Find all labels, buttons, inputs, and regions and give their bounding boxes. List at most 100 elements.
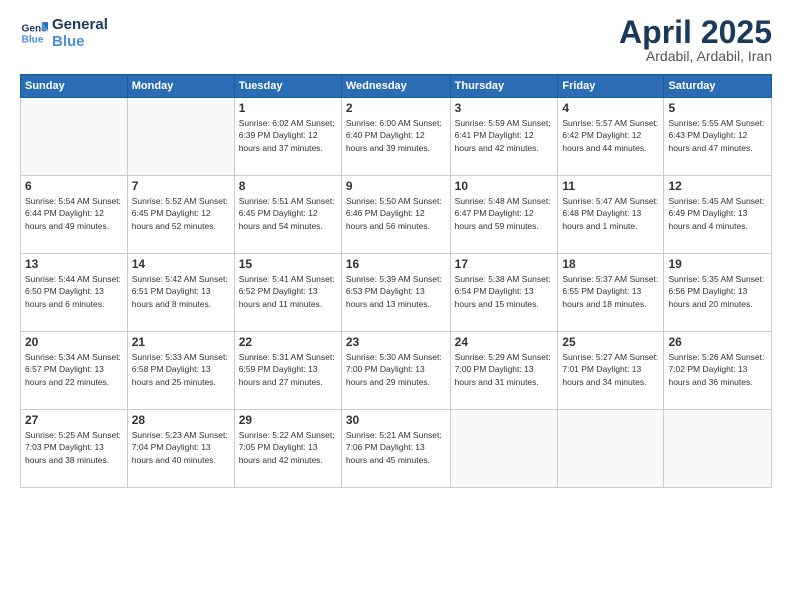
header-cell-saturday: Saturday <box>664 75 772 98</box>
day-cell: 11 Sunrise: 5:47 AM Sunset: 6:48 PM Dayli… <box>558 176 664 254</box>
day-cell: 19Sunrise: 5:35 AM Sunset: 6:56 PM Dayli… <box>664 254 772 332</box>
day-number: 27 <box>25 413 123 427</box>
day-cell: 30 Sunrise: 5:21 AM Sunset: 7:06 PM Dayli… <box>341 410 450 488</box>
day-cell: 5 Sunrise: 5:55 AM Sunset: 6:43 PM Daylig… <box>664 98 772 176</box>
day-info: Sunrise: 5:48 AM Sunset: 6:47 PM Dayligh… <box>455 195 554 232</box>
day-cell: 6 Sunrise: 5:54 AM Sunset: 6:44 PM Daylig… <box>21 176 128 254</box>
header-cell-tuesday: Tuesday <box>234 75 341 98</box>
day-number: 5 <box>668 101 767 115</box>
day-cell: 13Sunrise: 5:44 AM Sunset: 6:50 PM Dayli… <box>21 254 128 332</box>
day-cell: 7 Sunrise: 5:52 AM Sunset: 6:45 PM Daylig… <box>127 176 234 254</box>
day-cell: 24 Sunrise: 5:29 AM Sunset: 7:00 PM Dayli… <box>450 332 558 410</box>
day-cell <box>450 410 558 488</box>
day-cell: 16Sunrise: 5:39 AM Sunset: 6:53 PM Dayli… <box>341 254 450 332</box>
day-info: Sunrise: 5:34 AM Sunset: 6:57 PM Dayligh… <box>25 351 123 388</box>
day-number: 18 <box>562 257 659 271</box>
week-row-3: 13Sunrise: 5:44 AM Sunset: 6:50 PM Dayli… <box>21 254 772 332</box>
week-row-5: 27 Sunrise: 5:25 AM Sunset: 7:03 PM Dayli… <box>21 410 772 488</box>
day-cell: 1Sunrise: 6:02 AM Sunset: 6:39 PM Daylig… <box>234 98 341 176</box>
day-info: Sunrise: 5:21 AM Sunset: 7:06 PM Dayligh… <box>346 429 446 466</box>
day-number: 17 <box>455 257 554 271</box>
day-cell: 25 Sunrise: 5:27 AM Sunset: 7:01 PM Dayli… <box>558 332 664 410</box>
day-number: 25 <box>562 335 659 349</box>
day-cell: 15Sunrise: 5:41 AM Sunset: 6:52 PM Dayli… <box>234 254 341 332</box>
svg-text:Blue: Blue <box>22 35 44 46</box>
logo-line1: General <box>52 16 108 33</box>
day-cell: 10 Sunrise: 5:48 AM Sunset: 6:47 PM Dayli… <box>450 176 558 254</box>
day-number: 23 <box>346 335 446 349</box>
day-number: 4 <box>562 101 659 115</box>
day-cell: 4 Sunrise: 5:57 AM Sunset: 6:42 PM Daylig… <box>558 98 664 176</box>
day-cell: 21 Sunrise: 5:33 AM Sunset: 6:58 PM Dayli… <box>127 332 234 410</box>
day-cell: 2 Sunrise: 6:00 AM Sunset: 6:40 PM Daylig… <box>341 98 450 176</box>
day-cell: 27 Sunrise: 5:25 AM Sunset: 7:03 PM Dayli… <box>21 410 128 488</box>
day-number: 9 <box>346 179 446 193</box>
day-info: Sunrise: 5:54 AM Sunset: 6:44 PM Dayligh… <box>25 195 123 232</box>
day-number: 29 <box>239 413 337 427</box>
day-cell: 23 Sunrise: 5:30 AM Sunset: 7:00 PM Dayli… <box>341 332 450 410</box>
day-cell <box>664 410 772 488</box>
day-info: Sunrise: 5:26 AM Sunset: 7:02 PM Dayligh… <box>668 351 767 388</box>
day-info: Sunrise: 5:37 AM Sunset: 6:55 PM Dayligh… <box>562 273 659 310</box>
day-info: Sunrise: 5:23 AM Sunset: 7:04 PM Dayligh… <box>132 429 230 466</box>
day-info: Sunrise: 5:44 AM Sunset: 6:50 PM Dayligh… <box>25 273 123 310</box>
day-cell: 14Sunrise: 5:42 AM Sunset: 6:51 PM Dayli… <box>127 254 234 332</box>
day-info: Sunrise: 5:39 AM Sunset: 6:53 PM Dayligh… <box>346 273 446 310</box>
title-block: April 2025 Ardabil, Ardabil, Iran <box>619 16 772 64</box>
day-number: 2 <box>346 101 446 115</box>
day-cell <box>127 98 234 176</box>
header-row: SundayMondayTuesdayWednesdayThursdayFrid… <box>21 75 772 98</box>
day-cell: 28 Sunrise: 5:23 AM Sunset: 7:04 PM Dayli… <box>127 410 234 488</box>
header: General Blue General Blue April 2025 Ard… <box>20 16 772 64</box>
day-number: 21 <box>132 335 230 349</box>
logo-icon: General Blue <box>20 19 48 47</box>
day-number: 10 <box>455 179 554 193</box>
day-number: 24 <box>455 335 554 349</box>
day-cell: 3Sunrise: 5:59 AM Sunset: 6:41 PM Daylig… <box>450 98 558 176</box>
day-number: 11 <box>562 179 659 193</box>
day-number: 12 <box>668 179 767 193</box>
week-row-1: 1Sunrise: 6:02 AM Sunset: 6:39 PM Daylig… <box>21 98 772 176</box>
day-info: Sunrise: 6:00 AM Sunset: 6:40 PM Dayligh… <box>346 117 446 154</box>
day-number: 30 <box>346 413 446 427</box>
day-info: Sunrise: 5:29 AM Sunset: 7:00 PM Dayligh… <box>455 351 554 388</box>
day-info: Sunrise: 5:33 AM Sunset: 6:58 PM Dayligh… <box>132 351 230 388</box>
day-cell: 9 Sunrise: 5:50 AM Sunset: 6:46 PM Daylig… <box>341 176 450 254</box>
day-info: Sunrise: 6:02 AM Sunset: 6:39 PM Dayligh… <box>239 117 337 154</box>
header-cell-monday: Monday <box>127 75 234 98</box>
header-cell-wednesday: Wednesday <box>341 75 450 98</box>
day-info: Sunrise: 5:27 AM Sunset: 7:01 PM Dayligh… <box>562 351 659 388</box>
day-info: Sunrise: 5:42 AM Sunset: 6:51 PM Dayligh… <box>132 273 230 310</box>
day-number: 28 <box>132 413 230 427</box>
week-row-2: 6 Sunrise: 5:54 AM Sunset: 6:44 PM Daylig… <box>21 176 772 254</box>
day-info: Sunrise: 5:52 AM Sunset: 6:45 PM Dayligh… <box>132 195 230 232</box>
day-cell: 17Sunrise: 5:38 AM Sunset: 6:54 PM Dayli… <box>450 254 558 332</box>
day-cell <box>558 410 664 488</box>
main-title: April 2025 <box>619 16 772 48</box>
day-info: Sunrise: 5:30 AM Sunset: 7:00 PM Dayligh… <box>346 351 446 388</box>
day-info: Sunrise: 5:50 AM Sunset: 6:46 PM Dayligh… <box>346 195 446 232</box>
day-info: Sunrise: 5:31 AM Sunset: 6:59 PM Dayligh… <box>239 351 337 388</box>
day-info: Sunrise: 5:57 AM Sunset: 6:42 PM Dayligh… <box>562 117 659 154</box>
day-info: Sunrise: 5:47 AM Sunset: 6:48 PM Dayligh… <box>562 195 659 232</box>
day-cell: 22 Sunrise: 5:31 AM Sunset: 6:59 PM Dayli… <box>234 332 341 410</box>
day-cell: 26 Sunrise: 5:26 AM Sunset: 7:02 PM Dayli… <box>664 332 772 410</box>
day-number: 6 <box>25 179 123 193</box>
day-number: 22 <box>239 335 337 349</box>
day-number: 7 <box>132 179 230 193</box>
day-number: 15 <box>239 257 337 271</box>
day-info: Sunrise: 5:25 AM Sunset: 7:03 PM Dayligh… <box>25 429 123 466</box>
header-cell-friday: Friday <box>558 75 664 98</box>
logo: General Blue General Blue <box>20 16 108 51</box>
day-cell: 8 Sunrise: 5:51 AM Sunset: 6:45 PM Daylig… <box>234 176 341 254</box>
day-cell: 18 Sunrise: 5:37 AM Sunset: 6:55 PM Dayli… <box>558 254 664 332</box>
day-info: Sunrise: 5:55 AM Sunset: 6:43 PM Dayligh… <box>668 117 767 154</box>
calendar: SundayMondayTuesdayWednesdayThursdayFrid… <box>20 74 772 488</box>
day-info: Sunrise: 5:51 AM Sunset: 6:45 PM Dayligh… <box>239 195 337 232</box>
day-number: 3 <box>455 101 554 115</box>
logo-line2: Blue <box>52 33 108 50</box>
subtitle: Ardabil, Ardabil, Iran <box>619 48 772 64</box>
day-cell <box>21 98 128 176</box>
day-number: 26 <box>668 335 767 349</box>
day-number: 8 <box>239 179 337 193</box>
